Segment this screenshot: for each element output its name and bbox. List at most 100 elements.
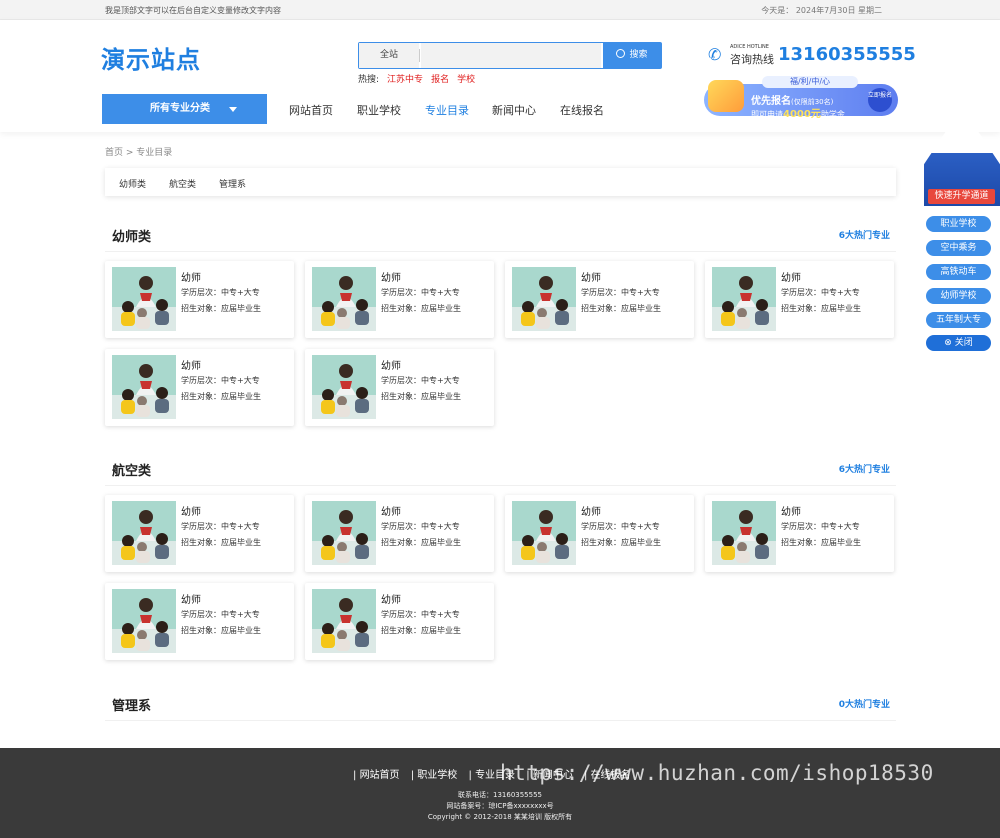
- float-item[interactable]: 职业学校: [926, 216, 991, 232]
- major-name: 幼师: [181, 361, 201, 372]
- hot-searches: 热搜: 江苏中专 报名 学校: [358, 72, 475, 85]
- major-target-students: 招生对象：应届毕业生: [381, 392, 461, 401]
- major-target-students: 招生对象：应届毕业生: [181, 626, 261, 635]
- top-bar-notice: 我是顶部文字可以在后台自定义变量修改文字内容: [105, 6, 281, 15]
- site-logo[interactable]: 演示站点: [101, 40, 201, 75]
- float-item[interactable]: 高铁动车: [926, 264, 991, 280]
- major-card[interactable]: 幼师 学历层次：中专+大专 招生对象：应届毕业生: [305, 349, 494, 426]
- tab-preschool[interactable]: 幼师类: [119, 177, 146, 190]
- top-bar-date: 今天是： 2024年7月30日 星期二: [761, 6, 882, 15]
- promo-tag: 福/利/中/心: [762, 76, 858, 88]
- major-card[interactable]: 幼师 学历层次：中专+大专 招生对象：应届毕业生: [105, 261, 294, 338]
- major-target-students: 招生对象：应届毕业生: [781, 538, 861, 547]
- section-header: 航空类 6大热门专业: [105, 460, 896, 486]
- quick-admission-button[interactable]: 快速升学通道: [928, 189, 995, 204]
- hot-item[interactable]: 报名: [431, 75, 449, 85]
- search-icon: [616, 49, 626, 58]
- promo-banner[interactable]: 福/利/中/心 优先报名(仅限前30名) 即可申请4000元助学金 立即报名: [704, 76, 898, 120]
- major-education-level: 学历层次：中专+大专: [181, 522, 260, 531]
- major-target-students: 招生对象：应届毕业生: [581, 304, 661, 313]
- hotline-en-label: ADICE HOTLINE: [730, 44, 769, 50]
- major-thumbnail: [512, 267, 576, 331]
- major-card[interactable]: 幼师 学历层次：中专+大专 招生对象：应届毕业生: [705, 261, 894, 338]
- major-card[interactable]: 幼师 学历层次：中专+大专 招生对象：应届毕业生: [105, 349, 294, 426]
- major-target-students: 招生对象：应届毕业生: [181, 304, 261, 313]
- major-education-level: 学历层次：中专+大专: [381, 288, 460, 297]
- major-card[interactable]: 幼师学历层次：中专+大专 招生对象：应届毕业生: [305, 261, 494, 338]
- section-header: 管理系 0大热门专业: [105, 695, 896, 721]
- footer-copyright: Copyright © 2012-2018 某某培训 版权所有: [427, 813, 573, 821]
- section-count[interactable]: 0大热门专业: [839, 697, 890, 710]
- top-bar: 我是顶部文字可以在后台自定义变量修改文字内容 今天是： 2024年7月30日 星…: [0, 0, 1000, 20]
- tab-management[interactable]: 管理系: [219, 177, 246, 190]
- nav-item-news[interactable]: 新闻中心: [492, 102, 536, 118]
- close-button[interactable]: ⊗ 关闭: [926, 335, 991, 351]
- footer-phone: 联系电话：13160355555: [458, 791, 542, 799]
- major-card[interactable]: 幼师 学历层次：中专+大专 招生对象：应届毕业生: [505, 261, 694, 338]
- major-thumbnail: [112, 267, 176, 331]
- major-thumbnail: [312, 267, 376, 331]
- major-thumbnail: [112, 589, 176, 653]
- search-divider: [419, 49, 420, 62]
- major-card[interactable]: 幼师 学历层次：中专+大专 招生对象：应届毕业生: [105, 495, 294, 572]
- promo-apply-button[interactable]: 立即报名: [868, 88, 892, 112]
- hotline-number: 13160355555: [778, 44, 916, 65]
- major-thumbnail: [312, 355, 376, 419]
- major-education-level: 学历层次：中专+大专: [581, 522, 660, 531]
- major-card[interactable]: 幼师 学历层次：中专+大专 招生对象：应届毕业生: [305, 495, 494, 572]
- section-header: 幼师类 6大热门专业: [105, 226, 896, 252]
- major-thumbnail: [712, 501, 776, 565]
- major-card[interactable]: 幼师 学历层次：中专+大专 招生对象：应届毕业生: [705, 495, 894, 572]
- major-name: 幼师: [381, 595, 401, 606]
- promo-amount: 4000元: [783, 109, 821, 120]
- footer-link[interactable]: | 职业学校: [411, 770, 462, 781]
- nav-item-home[interactable]: 网站首页: [289, 102, 333, 118]
- major-education-level: 学历层次：中专+大专: [381, 522, 460, 531]
- search-scope-select[interactable]: 全站: [359, 43, 419, 68]
- section-title: 管理系: [112, 699, 152, 714]
- site-footer: | 网站首页 | 职业学校 | 专业目录 | 新闻中心 | 在线报名 联系电话：…: [0, 748, 1000, 838]
- promo-subtitle: 即可申请4000元助学金: [751, 105, 845, 120]
- major-education-level: 学历层次：中专+大专: [381, 610, 460, 619]
- float-item[interactable]: 五年制大专: [926, 312, 991, 328]
- major-education-level: 学历层次：中专+大专: [781, 288, 860, 297]
- major-name: 幼师: [381, 507, 401, 518]
- major-education-level: 学历层次：中专+大专: [181, 288, 260, 297]
- promo-line2-suffix: 助学金: [820, 110, 845, 119]
- float-item[interactable]: 幼师学校: [926, 288, 991, 304]
- search-box: 全站 搜索: [358, 42, 662, 69]
- section-count[interactable]: 6大热门专业: [839, 462, 890, 475]
- section-count[interactable]: 6大热门专业: [839, 228, 890, 241]
- major-name: 幼师: [181, 507, 201, 518]
- hot-item[interactable]: 江苏中专: [387, 75, 423, 85]
- category-tabs: 幼师类 航空类 管理系: [105, 168, 896, 196]
- close-icon: ⊗: [944, 338, 955, 348]
- nav-item-schools[interactable]: 职业学校: [357, 102, 401, 118]
- nav-item-enroll[interactable]: 在线报名: [560, 102, 604, 118]
- major-education-level: 学历层次：中专+大专: [581, 288, 660, 297]
- watermark: https://www.huzhan.com/ishop18530: [500, 761, 934, 785]
- search-input[interactable]: [421, 43, 601, 68]
- major-education-level: 学历层次：中专+大专: [181, 610, 260, 619]
- float-item[interactable]: 空中乘务: [926, 240, 991, 256]
- breadcrumb[interactable]: 首页 > 专业目录: [105, 145, 172, 158]
- major-card[interactable]: 幼师 学历层次：中专+大专 招生对象：应届毕业生: [305, 583, 494, 660]
- footer-link-label: 职业学校: [417, 770, 458, 781]
- footer-link-label: 网站首页: [359, 770, 400, 781]
- major-card[interactable]: 幼师 学历层次：中专+大专 招生对象：应届毕业生: [105, 583, 294, 660]
- hotline-label: 咨询热线: [730, 53, 774, 66]
- section-title: 幼师类: [112, 230, 152, 245]
- major-target-students: 招生对象：应届毕业生: [381, 304, 461, 313]
- tab-aviation[interactable]: 航空类: [169, 177, 196, 190]
- major-card[interactable]: 幼师 学历层次：中专+大专 招生对象：应届毕业生: [505, 495, 694, 572]
- section-title: 航空类: [112, 464, 152, 479]
- all-categories-button[interactable]: 所有专业分类: [102, 94, 267, 124]
- search-button[interactable]: 搜索: [603, 43, 661, 68]
- major-name: 幼师: [381, 361, 401, 372]
- major-name: 幼师: [381, 273, 401, 284]
- major-target-students: 招生对象：应届毕业生: [781, 304, 861, 313]
- hot-item[interactable]: 学校: [457, 75, 475, 85]
- nav-item-majors[interactable]: 专业目录: [425, 102, 469, 118]
- footer-link[interactable]: | 网站首页: [353, 770, 404, 781]
- major-target-students: 招生对象：应届毕业生: [581, 538, 661, 547]
